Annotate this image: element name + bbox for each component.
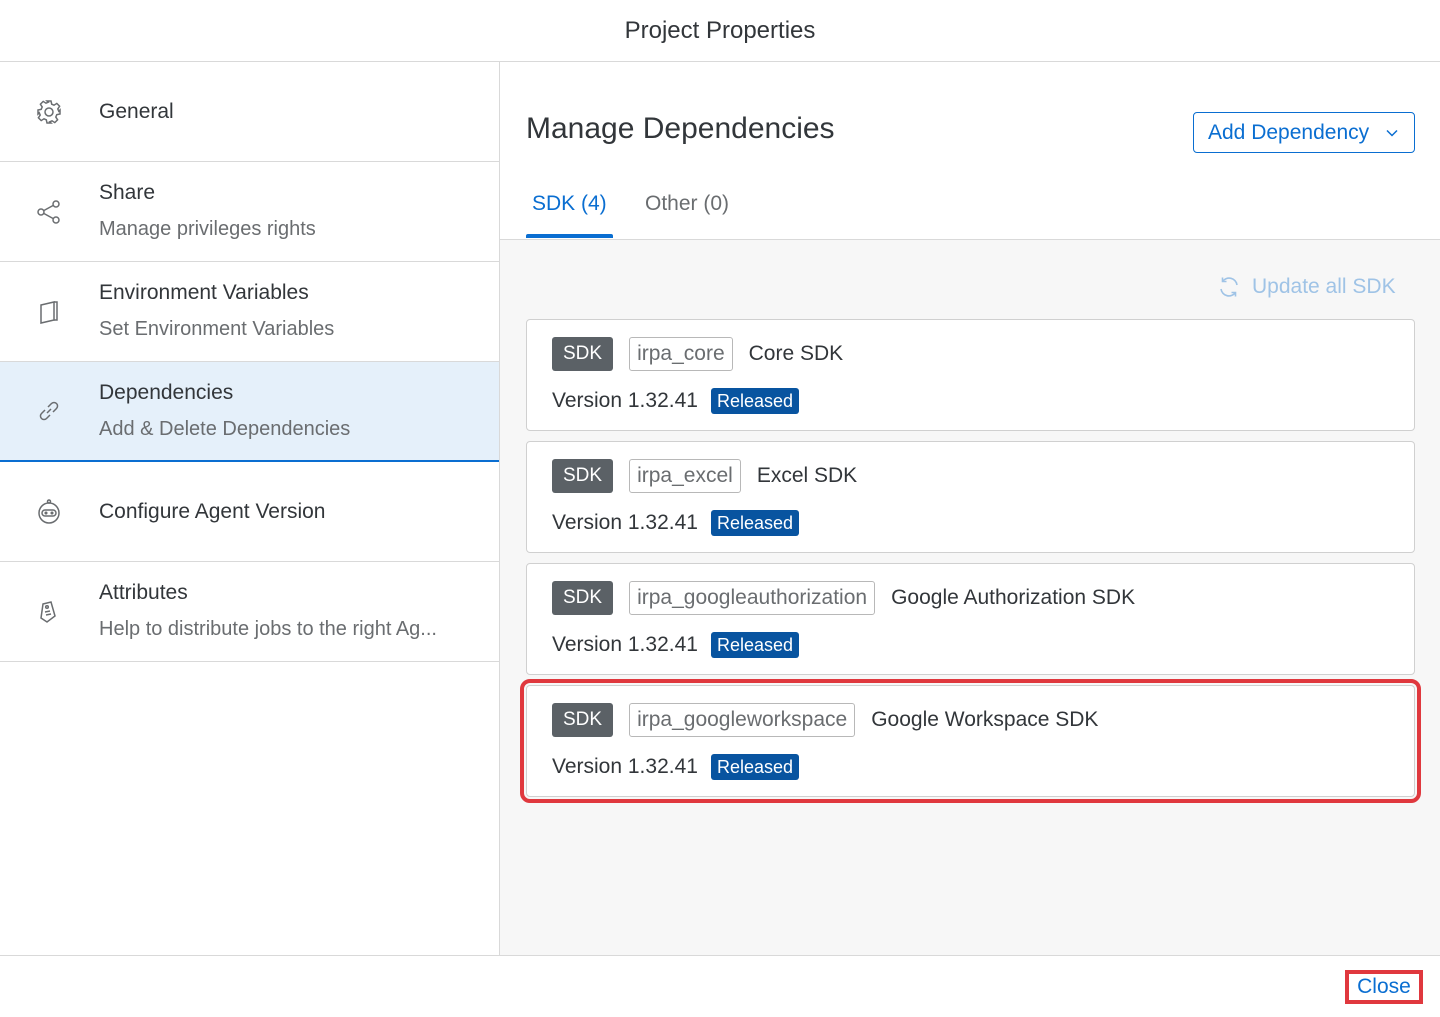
status-badge: Released <box>710 388 800 414</box>
status-badge: Released <box>710 754 800 780</box>
sidebar-item-subtitle: Add & Delete Dependencies <box>99 418 351 440</box>
sdk-badge: SDK <box>552 581 614 615</box>
main-panel: Manage Dependencies Add Dependency SDK (… <box>500 62 1440 955</box>
sidebar-item-label: General <box>99 99 174 123</box>
sdk-name: Google Workspace SDK <box>871 708 1099 731</box>
sdk-id-tag: irpa_excel <box>629 459 741 493</box>
sdk-version: Version 1.32.41 <box>552 511 698 534</box>
tab-other[interactable]: Other (0) <box>645 192 729 216</box>
sidebar-item-subtitle: Set Environment Variables <box>99 318 335 340</box>
sidebar-item-dependencies[interactable]: Dependencies Add & Delete Dependencies <box>0 362 499 462</box>
sdk-id-tag: irpa_core <box>629 337 733 371</box>
sidebar-item-subtitle: Manage privileges rights <box>99 218 316 240</box>
tab-sdk[interactable]: SDK (4) <box>532 192 607 216</box>
sdk-id-tag: irpa_googleauthorization <box>629 581 876 615</box>
gear-icon <box>34 97 64 127</box>
tag-icon <box>34 597 64 627</box>
sdk-card: SDK irpa_googleauthorization Google Auth… <box>526 563 1415 675</box>
add-dependency-button[interactable]: Add Dependency <box>1193 112 1415 153</box>
status-badge: Released <box>710 632 800 658</box>
document-icon <box>34 297 64 327</box>
chain-link-icon <box>34 396 64 426</box>
sidebar-item-label: Attributes <box>99 581 188 604</box>
sidebar-item-attributes[interactable]: Attributes Help to distribute jobs to th… <box>0 562 499 662</box>
update-all-sdk-label: Update all SDK <box>1252 275 1396 298</box>
sdk-badge: SDK <box>552 337 614 371</box>
refresh-icon <box>1220 277 1238 297</box>
sidebar: General Share Manage privileges rights E… <box>0 62 500 955</box>
sidebar-item-share[interactable]: Share Manage privileges rights <box>0 162 499 262</box>
status-badge: Released <box>710 510 800 536</box>
sdk-version: Version 1.32.41 <box>552 633 698 656</box>
sdk-card: SDK irpa_excel Excel SDK Version 1.32.41… <box>526 441 1415 553</box>
dialog-header: Project Properties <box>0 0 1440 62</box>
page-title: Manage Dependencies <box>526 112 835 145</box>
sdk-badge: SDK <box>552 459 614 493</box>
dialog-title: Project Properties <box>624 16 816 44</box>
sdk-name: Excel SDK <box>756 464 858 487</box>
sdk-badge: SDK <box>552 703 614 737</box>
sdk-version: Version 1.32.41 <box>552 389 698 412</box>
sdk-name: Core SDK <box>748 342 844 365</box>
sdk-version: Version 1.32.41 <box>552 755 698 778</box>
close-button[interactable]: Close <box>1345 970 1423 1004</box>
chevron-down-icon <box>1386 129 1398 137</box>
sidebar-item-label: Environment Variables <box>99 281 309 304</box>
share-icon <box>34 197 64 227</box>
dialog-footer: Close <box>0 955 1440 1017</box>
main-header: Manage Dependencies Add Dependency SDK (… <box>500 62 1440 240</box>
update-all-sdk-button[interactable]: Update all SDK <box>1216 272 1396 302</box>
sidebar-item-environment-variables[interactable]: Environment Variables Set Environment Va… <box>0 262 499 362</box>
sidebar-item-label: Configure Agent Version <box>99 499 326 523</box>
sidebar-item-general[interactable]: General <box>0 62 499 162</box>
sdk-card: SDK irpa_googleworkspace Google Workspac… <box>520 679 1421 803</box>
sidebar-item-label: Share <box>99 181 156 204</box>
sdk-card: SDK irpa_core Core SDK Version 1.32.41 R… <box>526 319 1415 431</box>
sidebar-item-subtitle: Help to distribute jobs to the right Ag.… <box>99 618 437 640</box>
sdk-id-tag: irpa_googleworkspace <box>629 703 856 737</box>
robot-icon <box>34 497 64 527</box>
sidebar-item-label: Dependencies <box>99 381 234 404</box>
sidebar-item-configure-agent-version[interactable]: Configure Agent Version <box>0 462 499 562</box>
add-dependency-label: Add Dependency <box>1208 120 1370 144</box>
sdk-name: Google Authorization SDK <box>891 586 1136 609</box>
active-tab-indicator <box>526 234 613 238</box>
